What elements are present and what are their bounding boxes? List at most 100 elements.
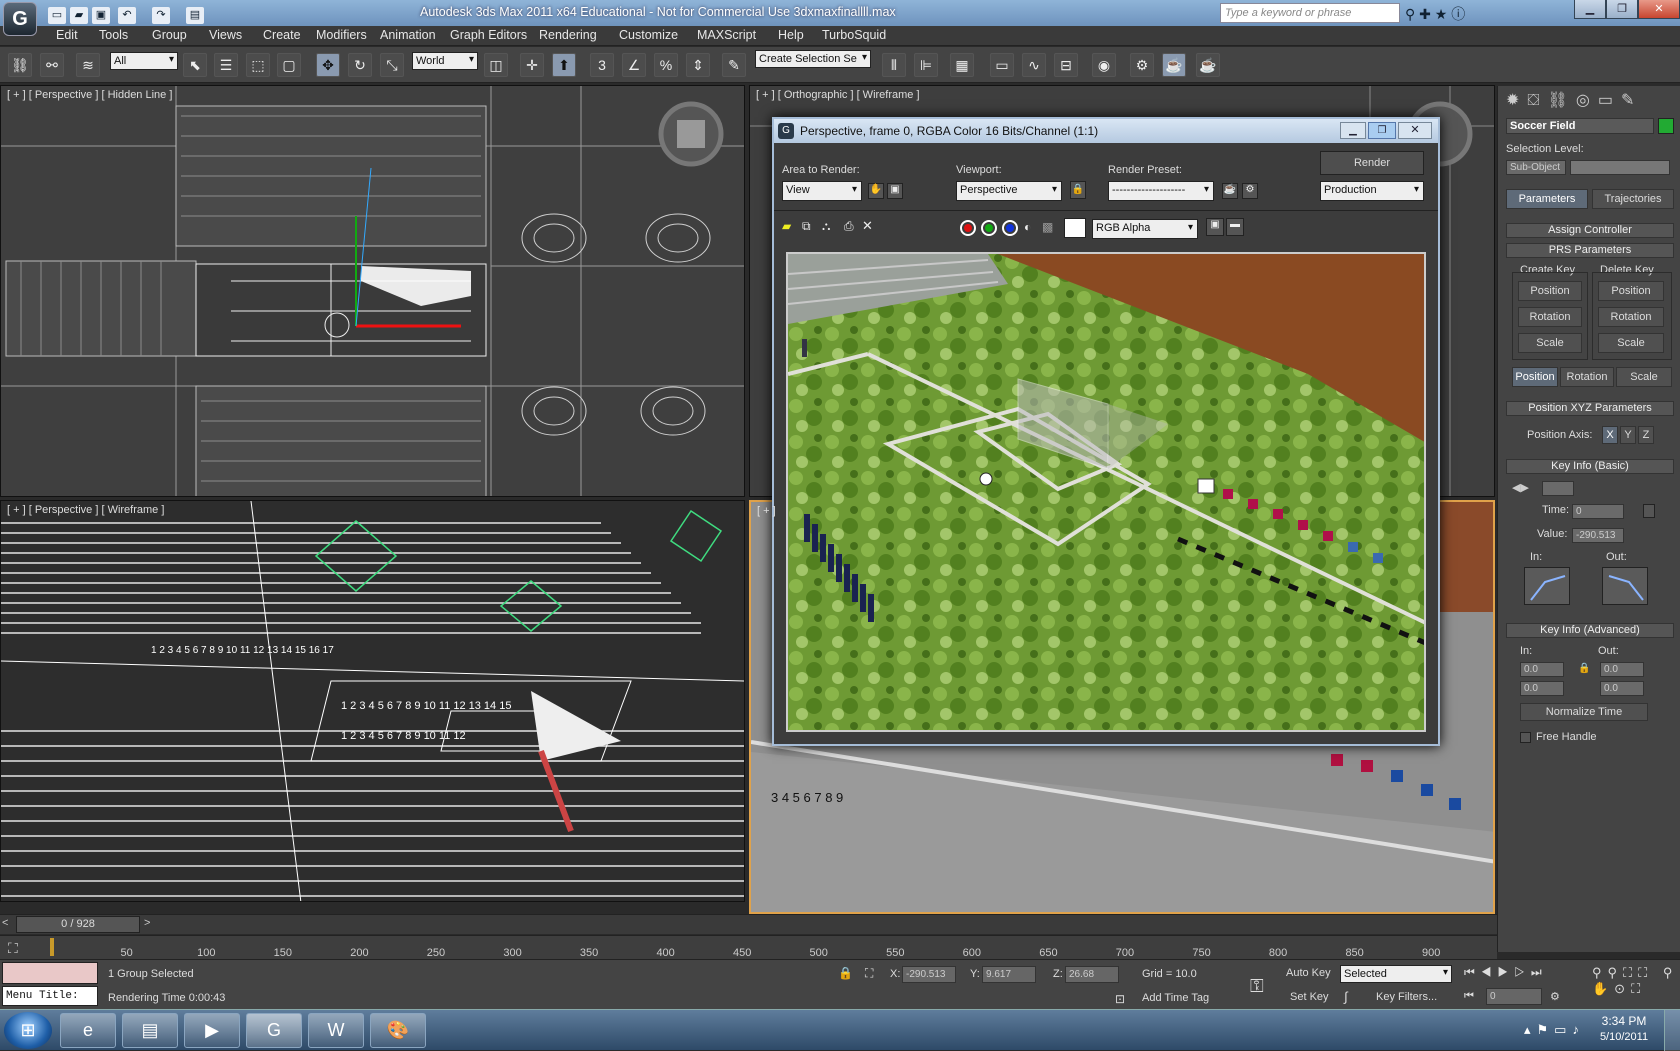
time-slider-thumb[interactable]: 0 / 928 bbox=[16, 916, 140, 933]
menu-maxscript[interactable]: MAXScript bbox=[697, 28, 756, 42]
move-icon[interactable]: ✥ bbox=[316, 53, 340, 77]
position-xyz-rollout[interactable]: Position XYZ Parameters bbox=[1506, 401, 1674, 416]
menu-turbosquid[interactable]: TurboSquid bbox=[822, 28, 886, 42]
delete-position-key-button[interactable]: Position bbox=[1598, 281, 1664, 301]
search-input[interactable]: Type a keyword or phrase bbox=[1220, 3, 1400, 23]
key-mode-toggle-icon[interactable]: ⏮ bbox=[1464, 990, 1474, 1003]
toggle-ui-icon[interactable]: ▬ bbox=[1226, 218, 1244, 236]
new-file-icon[interactable]: ▭ bbox=[48, 7, 66, 24]
viewport-perspective-wireframe[interactable]: [ + ] [ Perspective ] [ Wireframe ] 1 2 … bbox=[0, 500, 745, 902]
project-folder-icon[interactable]: ▤ bbox=[186, 7, 204, 24]
time-field[interactable]: 0 bbox=[1572, 504, 1624, 519]
adv-out-field-1[interactable]: 0.0 bbox=[1600, 662, 1644, 677]
default-tangents-icon[interactable]: ∫ bbox=[1344, 989, 1348, 1004]
render-button[interactable]: Render bbox=[1320, 151, 1424, 175]
blue-channel-icon[interactable] bbox=[1002, 220, 1018, 236]
minimize-button[interactable]: ▁ bbox=[1574, 0, 1606, 19]
value-field[interactable]: -290.513 bbox=[1572, 528, 1624, 543]
add-time-tag[interactable]: Add Time Tag bbox=[1142, 992, 1209, 1004]
system-tray-icons[interactable]: ▴⚑▭♪ bbox=[1524, 1022, 1585, 1038]
clone-window-icon[interactable]: ⛬ bbox=[822, 219, 830, 234]
sub-object-dropdown[interactable] bbox=[1570, 160, 1670, 175]
snaps-toggle-icon[interactable]: 3 bbox=[590, 53, 614, 77]
menu-tools[interactable]: Tools bbox=[99, 28, 128, 42]
track-bar[interactable]: ⛶ 50 100 150 200 250 300 350 400 450 500 550 600 650… bbox=[0, 935, 1497, 959]
menu-help[interactable]: Help bbox=[778, 28, 804, 42]
prs-tab-scale[interactable]: Scale bbox=[1616, 367, 1672, 387]
viewport-label[interactable]: [ + ] [ Orthographic ] [ Wireframe ] bbox=[756, 89, 920, 101]
create-rotation-key-button[interactable]: Rotation bbox=[1518, 307, 1582, 327]
adv-in-field-2[interactable]: 0.0 bbox=[1520, 681, 1564, 696]
graphite-ribbon-icon[interactable]: ▭ bbox=[990, 53, 1014, 77]
time-tag-icon[interactable]: ⊡ bbox=[1115, 992, 1125, 1006]
file-explorer-icon[interactable]: ▤ bbox=[122, 1013, 178, 1048]
menu-modifiers[interactable]: Modifiers bbox=[316, 28, 367, 42]
channel-dropdown[interactable]: RGB Alpha bbox=[1092, 219, 1198, 239]
link-icon[interactable]: ⛓ bbox=[8, 53, 32, 77]
menu-graph-editors[interactable]: Graph Editors bbox=[450, 28, 527, 42]
save-image-icon[interactable]: ▰ bbox=[782, 219, 791, 233]
key-info-advanced-rollout[interactable]: Key Info (Advanced) bbox=[1506, 623, 1674, 638]
free-handle-checkbox[interactable] bbox=[1520, 732, 1531, 743]
select-by-name-icon[interactable]: ☰ bbox=[214, 53, 238, 77]
mirror-icon[interactable]: ⫴ bbox=[882, 53, 906, 77]
restore-button[interactable]: ❐ bbox=[1606, 0, 1638, 19]
lock-tangents-icon[interactable]: 🔒 bbox=[1578, 663, 1590, 674]
area-to-render-dropdown[interactable]: View bbox=[782, 181, 862, 201]
menu-views[interactable]: Views bbox=[209, 28, 242, 42]
normalize-time-button[interactable]: Normalize Time bbox=[1520, 703, 1648, 721]
menu-create[interactable]: Create bbox=[263, 28, 301, 42]
prs-tab-position[interactable]: Position bbox=[1512, 367, 1558, 387]
spinner-snap-icon[interactable]: ⇕ bbox=[686, 53, 710, 77]
in-tangent-button[interactable] bbox=[1524, 567, 1570, 605]
render-close-button[interactable]: ✕ bbox=[1398, 122, 1432, 139]
red-channel-icon[interactable] bbox=[960, 220, 976, 236]
alpha-channel-icon[interactable]: ◐ bbox=[1024, 220, 1031, 234]
viewport-perspective-hidden-line[interactable]: [ + ] [ Perspective ] [ Hidden Line ] bbox=[0, 85, 745, 497]
key-filters-button[interactable]: Key Filters... bbox=[1376, 991, 1437, 1003]
infocenter-icons[interactable]: ⚲ ✚ ★ ⓘ bbox=[1405, 4, 1465, 24]
command-panel-tab-icons[interactable]: ✹⛋⛓◎▭✎ bbox=[1506, 90, 1642, 110]
menu-edit[interactable]: Edit bbox=[56, 28, 78, 42]
viewport-label[interactable]: [ + ] bbox=[757, 505, 776, 517]
axis-x-button[interactable]: X bbox=[1602, 426, 1618, 444]
undo-icon[interactable]: ↶ bbox=[118, 7, 136, 24]
schematic-view-icon[interactable]: ⊟ bbox=[1054, 53, 1078, 77]
material-editor-icon[interactable]: ◉ bbox=[1092, 53, 1116, 77]
maxscript-listener-pink[interactable] bbox=[2, 962, 98, 984]
word-icon[interactable]: W bbox=[308, 1013, 364, 1048]
production-dropdown[interactable]: Production bbox=[1320, 181, 1424, 201]
maxscript-listener-input[interactable]: Menu Title: bbox=[2, 986, 98, 1006]
rendered-frame-window-icon[interactable]: ☕ bbox=[1162, 53, 1186, 77]
adv-out-field-2[interactable]: 0.0 bbox=[1600, 681, 1644, 696]
select-object-icon[interactable]: ⬉ bbox=[183, 53, 207, 77]
scale-icon[interactable]: ⤡ bbox=[380, 53, 404, 77]
viewport-navigation-controls[interactable]: ⚲⚲⛶⛶ ⚲✋⊙⛶ bbox=[1592, 965, 1680, 997]
x-coordinate-field[interactable]: -290.513 bbox=[902, 966, 956, 983]
time-slider-next-icon[interactable]: > bbox=[144, 917, 150, 929]
render-maximize-button[interactable]: ❐ bbox=[1368, 122, 1396, 139]
layer-manager-icon[interactable]: ▦ bbox=[950, 53, 974, 77]
y-coordinate-field[interactable]: 9.617 bbox=[982, 966, 1036, 983]
window-crossing-icon[interactable]: ▢ bbox=[277, 53, 301, 77]
object-name-field[interactable]: Soccer Field bbox=[1506, 118, 1654, 134]
render-production-icon[interactable]: ☕ bbox=[1196, 53, 1220, 77]
prs-parameters-rollout[interactable]: PRS Parameters bbox=[1506, 243, 1674, 258]
set-key-button[interactable]: Set Key bbox=[1290, 991, 1329, 1003]
auto-key-button[interactable]: Auto Key bbox=[1286, 967, 1331, 979]
edit-region-icon[interactable]: ✋ bbox=[868, 183, 884, 199]
render-setup-small-icon[interactable]: ☕ bbox=[1222, 183, 1238, 199]
create-position-key-button[interactable]: Position bbox=[1518, 281, 1582, 301]
pivot-center-icon[interactable]: ◫ bbox=[484, 53, 508, 77]
key-number-field[interactable] bbox=[1542, 481, 1574, 496]
print-image-icon[interactable]: ⎙ bbox=[844, 219, 854, 234]
playback-controls[interactable]: ⏮◀▶▷⏭ bbox=[1464, 965, 1548, 980]
create-scale-key-button[interactable]: Scale bbox=[1518, 333, 1582, 353]
prev-next-key-icon[interactable]: ◀▶ bbox=[1512, 481, 1529, 494]
named-selection-dropdown[interactable]: Create Selection Se bbox=[755, 50, 871, 68]
media-player-icon[interactable]: ▶ bbox=[184, 1013, 240, 1048]
prs-tab-rotation[interactable]: Rotation bbox=[1560, 367, 1614, 387]
lock-viewport-icon[interactable]: 🔒 bbox=[1070, 181, 1086, 199]
keyboard-shortcut-override-icon[interactable]: ⬆ bbox=[552, 53, 576, 77]
auto-region-icon[interactable]: ▣ bbox=[887, 183, 903, 199]
